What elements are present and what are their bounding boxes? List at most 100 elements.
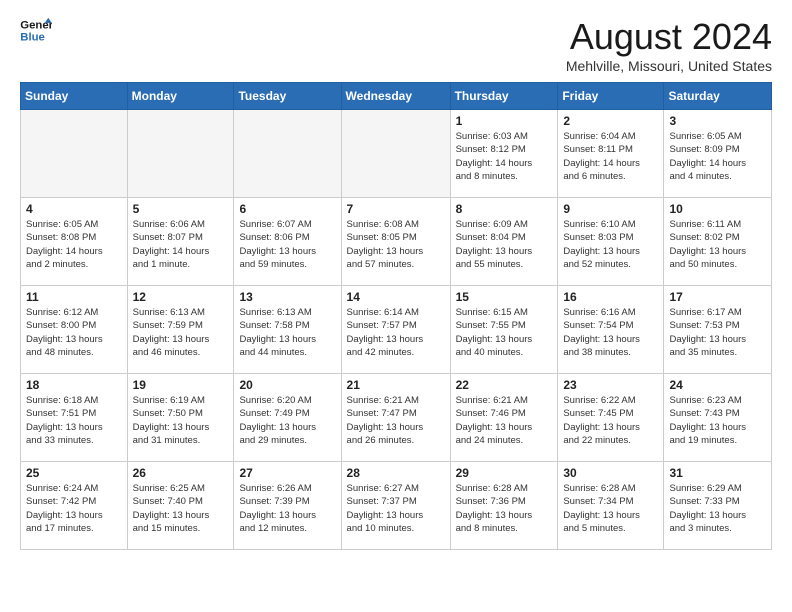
weekday-header-tuesday: Tuesday xyxy=(234,83,341,110)
header: General Blue August 2024 Mehlville, Miss… xyxy=(20,16,772,74)
calendar-cell: 12 Sunrise: 6:13 AM Sunset: 7:59 PM Dayli… xyxy=(127,286,234,374)
calendar-cell: 4Sunrise: 6:05 AM Sunset: 8:08 PM Daylig… xyxy=(21,198,128,286)
day-info: Sunrise: 6:11 AM Sunset: 8:02 PM Dayligh… xyxy=(669,218,766,271)
day-number: 18 xyxy=(26,378,122,392)
day-number: 9 xyxy=(563,202,658,216)
month-title: August 2024 xyxy=(566,16,772,58)
day-info: Sunrise: 6:25 AM Sunset: 7:40 PM Dayligh… xyxy=(133,482,229,535)
day-info: Sunrise: 6:08 AM Sunset: 8:05 PM Dayligh… xyxy=(347,218,445,271)
calendar-cell: 23 Sunrise: 6:22 AM Sunset: 7:45 PM Dayli… xyxy=(558,374,664,462)
day-info: Sunrise: 6:14 AM Sunset: 7:57 PM Dayligh… xyxy=(347,306,445,359)
weekday-header-sunday: Sunday xyxy=(21,83,128,110)
location-title: Mehlville, Missouri, United States xyxy=(566,58,772,74)
weekday-header-friday: Friday xyxy=(558,83,664,110)
day-number: 16 xyxy=(563,290,658,304)
calendar-cell: 15Sunrise: 6:15 AM Sunset: 7:55 PM Dayli… xyxy=(450,286,558,374)
day-number: 30 xyxy=(563,466,658,480)
calendar-cell: 9 Sunrise: 6:10 AM Sunset: 8:03 PM Daylig… xyxy=(558,198,664,286)
day-info: Sunrise: 6:18 AM Sunset: 7:51 PM Dayligh… xyxy=(26,394,122,447)
day-info: Sunrise: 6:09 AM Sunset: 8:04 PM Dayligh… xyxy=(456,218,553,271)
day-number: 10 xyxy=(669,202,766,216)
day-number: 26 xyxy=(133,466,229,480)
day-info: Sunrise: 6:19 AM Sunset: 7:50 PM Dayligh… xyxy=(133,394,229,447)
calendar-cell: 28Sunrise: 6:27 AM Sunset: 7:37 PM Dayli… xyxy=(341,462,450,550)
svg-text:Blue: Blue xyxy=(20,32,45,44)
day-info: Sunrise: 6:05 AM Sunset: 8:09 PM Dayligh… xyxy=(669,130,766,183)
day-number: 25 xyxy=(26,466,122,480)
day-number: 28 xyxy=(347,466,445,480)
day-number: 8 xyxy=(456,202,553,216)
day-info: Sunrise: 6:21 AM Sunset: 7:47 PM Dayligh… xyxy=(347,394,445,447)
week-row-4: 18 Sunrise: 6:18 AM Sunset: 7:51 PM Dayli… xyxy=(21,374,772,462)
day-info: Sunrise: 6:23 AM Sunset: 7:43 PM Dayligh… xyxy=(669,394,766,447)
calendar-cell: 8 Sunrise: 6:09 AM Sunset: 8:04 PM Daylig… xyxy=(450,198,558,286)
week-row-1: 1 Sunrise: 6:03 AM Sunset: 8:12 PM Daylig… xyxy=(21,110,772,198)
day-number: 13 xyxy=(239,290,335,304)
calendar-cell: 17 Sunrise: 6:17 AM Sunset: 7:53 PM Dayli… xyxy=(664,286,772,374)
day-number: 7 xyxy=(347,202,445,216)
weekday-header-wednesday: Wednesday xyxy=(341,83,450,110)
calendar-table: SundayMondayTuesdayWednesdayThursdayFrid… xyxy=(20,82,772,550)
day-number: 2 xyxy=(563,114,658,128)
calendar-cell: 21Sunrise: 6:21 AM Sunset: 7:47 PM Dayli… xyxy=(341,374,450,462)
day-info: Sunrise: 6:07 AM Sunset: 8:06 PM Dayligh… xyxy=(239,218,335,271)
weekday-header-thursday: Thursday xyxy=(450,83,558,110)
calendar-cell: 30Sunrise: 6:28 AM Sunset: 7:34 PM Dayli… xyxy=(558,462,664,550)
title-area: August 2024 Mehlville, Missouri, United … xyxy=(566,16,772,74)
calendar-cell: 14 Sunrise: 6:14 AM Sunset: 7:57 PM Dayli… xyxy=(341,286,450,374)
calendar-cell xyxy=(341,110,450,198)
calendar-cell: 24 Sunrise: 6:23 AM Sunset: 7:43 PM Dayli… xyxy=(664,374,772,462)
calendar-cell: 7 Sunrise: 6:08 AM Sunset: 8:05 PM Daylig… xyxy=(341,198,450,286)
calendar-cell: 5Sunrise: 6:06 AM Sunset: 8:07 PM Daylig… xyxy=(127,198,234,286)
day-number: 22 xyxy=(456,378,553,392)
logo: General Blue xyxy=(20,16,52,44)
day-info: Sunrise: 6:06 AM Sunset: 8:07 PM Dayligh… xyxy=(133,218,229,271)
day-number: 3 xyxy=(669,114,766,128)
calendar-cell: 3 Sunrise: 6:05 AM Sunset: 8:09 PM Daylig… xyxy=(664,110,772,198)
calendar-cell: 11Sunrise: 6:12 AM Sunset: 8:00 PM Dayli… xyxy=(21,286,128,374)
day-number: 24 xyxy=(669,378,766,392)
week-row-2: 4Sunrise: 6:05 AM Sunset: 8:08 PM Daylig… xyxy=(21,198,772,286)
calendar-cell: 27 Sunrise: 6:26 AM Sunset: 7:39 PM Dayli… xyxy=(234,462,341,550)
calendar-cell xyxy=(21,110,128,198)
calendar-cell xyxy=(127,110,234,198)
calendar-cell: 20 Sunrise: 6:20 AM Sunset: 7:49 PM Dayli… xyxy=(234,374,341,462)
day-number: 29 xyxy=(456,466,553,480)
day-info: Sunrise: 6:13 AM Sunset: 7:59 PM Dayligh… xyxy=(133,306,229,359)
day-info: Sunrise: 6:04 AM Sunset: 8:11 PM Dayligh… xyxy=(563,130,658,183)
calendar-cell: 19 Sunrise: 6:19 AM Sunset: 7:50 PM Dayli… xyxy=(127,374,234,462)
calendar-cell: 29 Sunrise: 6:28 AM Sunset: 7:36 PM Dayli… xyxy=(450,462,558,550)
calendar-cell: 25 Sunrise: 6:24 AM Sunset: 7:42 PM Dayli… xyxy=(21,462,128,550)
day-info: Sunrise: 6:28 AM Sunset: 7:36 PM Dayligh… xyxy=(456,482,553,535)
day-info: Sunrise: 6:17 AM Sunset: 7:53 PM Dayligh… xyxy=(669,306,766,359)
day-info: Sunrise: 6:24 AM Sunset: 7:42 PM Dayligh… xyxy=(26,482,122,535)
day-info: Sunrise: 6:10 AM Sunset: 8:03 PM Dayligh… xyxy=(563,218,658,271)
day-info: Sunrise: 6:22 AM Sunset: 7:45 PM Dayligh… xyxy=(563,394,658,447)
calendar-cell: 1 Sunrise: 6:03 AM Sunset: 8:12 PM Daylig… xyxy=(450,110,558,198)
day-number: 6 xyxy=(239,202,335,216)
day-info: Sunrise: 6:13 AM Sunset: 7:58 PM Dayligh… xyxy=(239,306,335,359)
day-info: Sunrise: 6:26 AM Sunset: 7:39 PM Dayligh… xyxy=(239,482,335,535)
day-number: 4 xyxy=(26,202,122,216)
calendar-cell: 2 Sunrise: 6:04 AM Sunset: 8:11 PM Daylig… xyxy=(558,110,664,198)
calendar-cell: 26 Sunrise: 6:25 AM Sunset: 7:40 PM Dayli… xyxy=(127,462,234,550)
weekday-header-monday: Monday xyxy=(127,83,234,110)
day-number: 23 xyxy=(563,378,658,392)
day-number: 27 xyxy=(239,466,335,480)
calendar-cell: 6 Sunrise: 6:07 AM Sunset: 8:06 PM Daylig… xyxy=(234,198,341,286)
day-info: Sunrise: 6:20 AM Sunset: 7:49 PM Dayligh… xyxy=(239,394,335,447)
weekday-header-saturday: Saturday xyxy=(664,83,772,110)
day-info: Sunrise: 6:16 AM Sunset: 7:54 PM Dayligh… xyxy=(563,306,658,359)
calendar-cell: 31Sunrise: 6:29 AM Sunset: 7:33 PM Dayli… xyxy=(664,462,772,550)
day-number: 11 xyxy=(26,290,122,304)
calendar-cell: 22Sunrise: 6:21 AM Sunset: 7:46 PM Dayli… xyxy=(450,374,558,462)
day-number: 17 xyxy=(669,290,766,304)
calendar-cell: 16 Sunrise: 6:16 AM Sunset: 7:54 PM Dayli… xyxy=(558,286,664,374)
day-number: 12 xyxy=(133,290,229,304)
day-number: 19 xyxy=(133,378,229,392)
day-info: Sunrise: 6:03 AM Sunset: 8:12 PM Dayligh… xyxy=(456,130,553,183)
week-row-3: 11Sunrise: 6:12 AM Sunset: 8:00 PM Dayli… xyxy=(21,286,772,374)
day-number: 20 xyxy=(239,378,335,392)
day-number: 1 xyxy=(456,114,553,128)
day-number: 14 xyxy=(347,290,445,304)
